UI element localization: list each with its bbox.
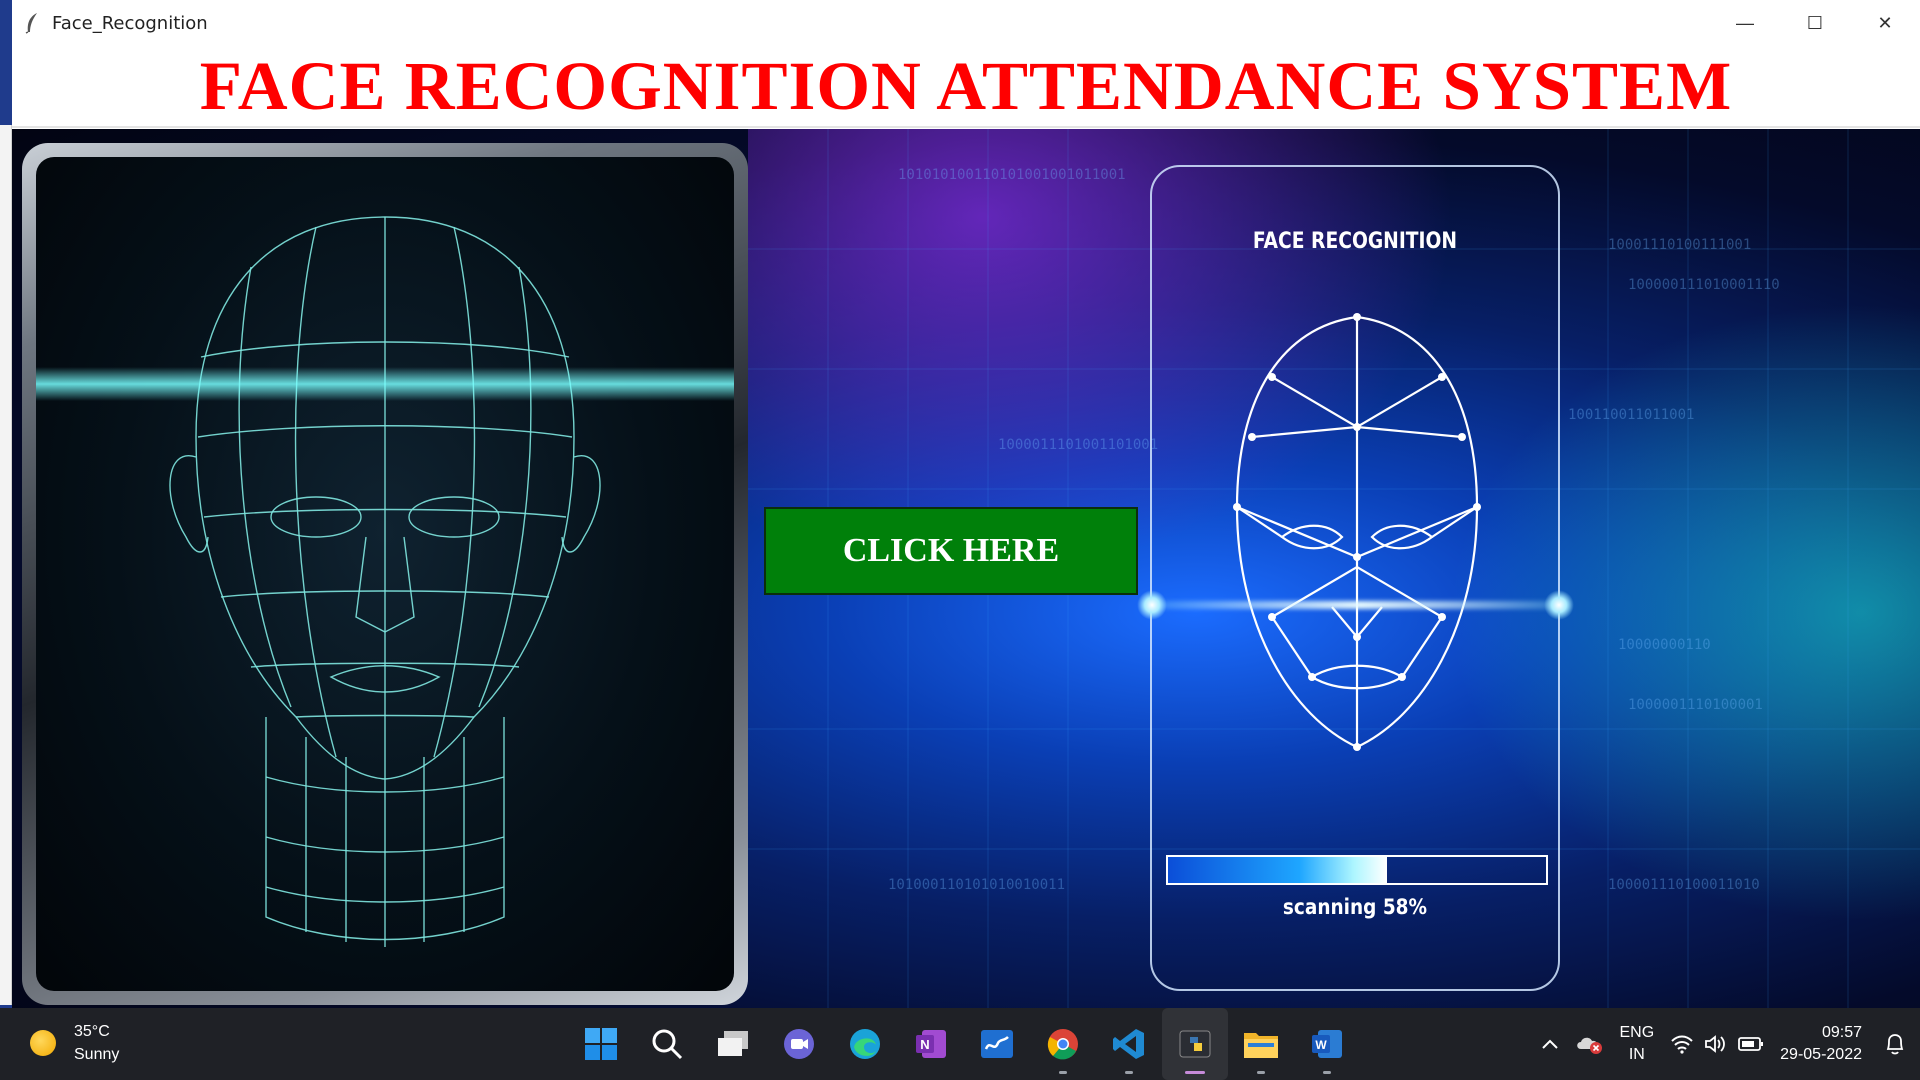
feather-icon [12,0,52,46]
onedrive-status-button[interactable] [1575,1033,1603,1055]
weather-widget[interactable]: 35°C Sunny [30,1020,119,1066]
region-code: IN [1628,1046,1645,1063]
close-button[interactable]: ✕ [1850,0,1920,46]
phone-title: FACE RECOGNITION [1252,229,1458,254]
onenote-button[interactable]: N [898,1008,964,1080]
scan-glow-line [1150,601,1570,609]
page-title: FACE RECOGNITION ATTENDANCE SYSTEM [199,47,1733,124]
maximize-icon: ☐ [1806,12,1824,33]
header-band: FACE RECOGNITION ATTENDANCE SYSTEM [12,46,1920,128]
main-content: 101010100110101001001011001 100011101001… [12,129,1920,1008]
phone-scan-panel: FACE RECOGNITION scanning 58% [1150,165,1560,991]
taskbar-apps: N W [568,1008,1360,1080]
svg-text:101000110101010010011: 101000110101010010011 [888,877,1065,893]
wireframe-head-image [22,143,748,1005]
maximize-button[interactable]: ☐ [1780,0,1850,46]
chevron-up-icon [1542,1039,1559,1049]
chrome-icon [1047,1029,1078,1060]
python-button[interactable] [1162,1008,1228,1080]
scan-progress-bar [1166,855,1548,885]
taskbar: 35°C Sunny N W ENG IN 09:57 29-05-2022 [0,1008,1920,1080]
whiteboard-icon [981,1030,1013,1058]
language-indicator[interactable]: ENG IN [1619,1022,1654,1066]
app-window: Face_Recognition — ☐ ✕ FACE RECOGNITION … [12,0,1920,1008]
volume-icon [1705,1035,1726,1053]
clock-time: 09:57 [1821,1024,1862,1041]
onedrive-error-icon [1577,1037,1603,1054]
clock-date: 29-05-2022 [1780,1046,1862,1063]
edge-button[interactable] [832,1008,898,1080]
close-icon: ✕ [1877,12,1893,33]
teams-chat-button[interactable] [766,1008,832,1080]
svg-text:101010100110101001001011001: 101010100110101001001011001 [898,167,1126,183]
notification-bell-icon [1886,1034,1904,1055]
svg-text:W: W [1315,1038,1327,1052]
svg-text:1000001110100001: 1000001110100001 [1628,697,1763,713]
word-button[interactable]: W [1294,1008,1360,1080]
quick-settings-button[interactable] [1670,1034,1764,1054]
file-explorer-icon [1244,1033,1278,1058]
task-view-icon [718,1031,748,1056]
weather-temperature: 35°C [74,1023,110,1040]
scan-progress-fill [1168,857,1388,883]
click-here-button[interactable]: CLICK HERE [764,507,1138,595]
show-hidden-icons-button[interactable] [1541,1038,1559,1050]
minimize-button[interactable]: — [1710,0,1780,46]
wifi-icon [1671,1035,1693,1054]
vscode-icon [1113,1029,1144,1059]
vscode-button[interactable] [1096,1008,1162,1080]
svg-text:N: N [920,1037,929,1052]
svg-text:1000011101001101001: 1000011101001101001 [998,437,1158,453]
svg-text:100001110100011010: 100001110100011010 [1608,877,1760,893]
chrome-button[interactable] [1030,1008,1096,1080]
start-button[interactable] [568,1008,634,1080]
svg-text:100000111010001110: 100000111010001110 [1628,277,1780,293]
scan-line [36,367,734,401]
glow-dot-right [1544,590,1574,620]
task-view-button[interactable] [700,1008,766,1080]
notifications-button[interactable] [1884,1032,1906,1056]
system-tray: ENG IN 09:57 29-05-2022 [1533,1008,1920,1080]
search-button[interactable] [634,1008,700,1080]
clock[interactable]: 09:57 29-05-2022 [1780,1022,1862,1066]
language-code: ENG [1619,1024,1655,1041]
teams-chat-icon [784,1029,814,1059]
scan-progress-text: scanning 58% [1282,895,1428,919]
title-bar: Face_Recognition — ☐ ✕ [12,0,1920,46]
svg-text:100110011011001: 100110011011001 [1568,407,1694,423]
onenote-icon: N [916,1030,946,1058]
start-icon [585,1028,617,1060]
svg-text:10001110100111001: 10001110100111001 [1608,237,1751,253]
word-icon: W [1312,1030,1342,1058]
sun-icon [30,1030,56,1056]
weather-condition: Sunny [74,1046,120,1063]
file-explorer-button[interactable] [1228,1008,1294,1080]
desktop-edge [0,0,12,1008]
window-title: Face_Recognition [52,12,208,34]
search-icon [652,1029,683,1060]
whiteboard-button[interactable] [964,1008,1030,1080]
face-mesh-graphic [1233,313,1481,751]
python-icon [1179,1030,1211,1058]
minimize-icon: — [1736,12,1754,33]
svg-text:10000000110: 10000000110 [1618,637,1711,653]
glow-dot-left [1137,590,1167,620]
edge-icon [850,1029,880,1059]
battery-icon [1738,1037,1764,1051]
